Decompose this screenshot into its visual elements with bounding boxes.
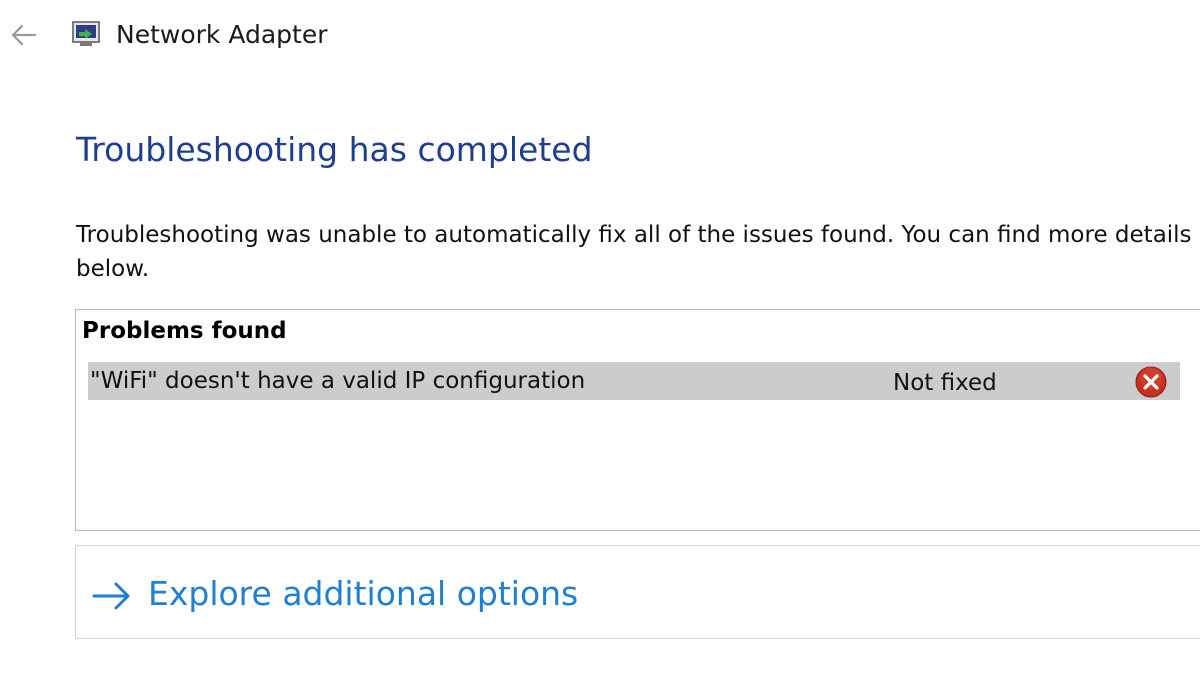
problems-found-panel: Problems found "WiFi" doesn't have a val… [75, 309, 1200, 531]
page-heading: Troubleshooting has completed [76, 130, 593, 169]
back-arrow-icon[interactable] [6, 18, 40, 52]
problem-description: "WiFi" doesn't have a valid IP configura… [90, 368, 586, 394]
explore-additional-options-label: Explore additional options [148, 574, 579, 613]
window-title: Network Adapter [116, 20, 328, 49]
problems-found-header: Problems found [82, 318, 287, 344]
problem-row[interactable]: "WiFi" doesn't have a valid IP configura… [88, 362, 1180, 400]
network-adapter-icon [72, 21, 100, 46]
error-x-icon [1135, 366, 1167, 398]
explore-additional-options-link[interactable]: Explore additional options [75, 545, 1200, 639]
arrow-right-icon [92, 582, 130, 610]
result-description: Troubleshooting was unable to automatica… [76, 222, 1192, 282]
troubleshooter-window: Network Adapter Troubleshooting has comp… [0, 0, 1200, 675]
problem-status: Not fixed [893, 370, 997, 396]
